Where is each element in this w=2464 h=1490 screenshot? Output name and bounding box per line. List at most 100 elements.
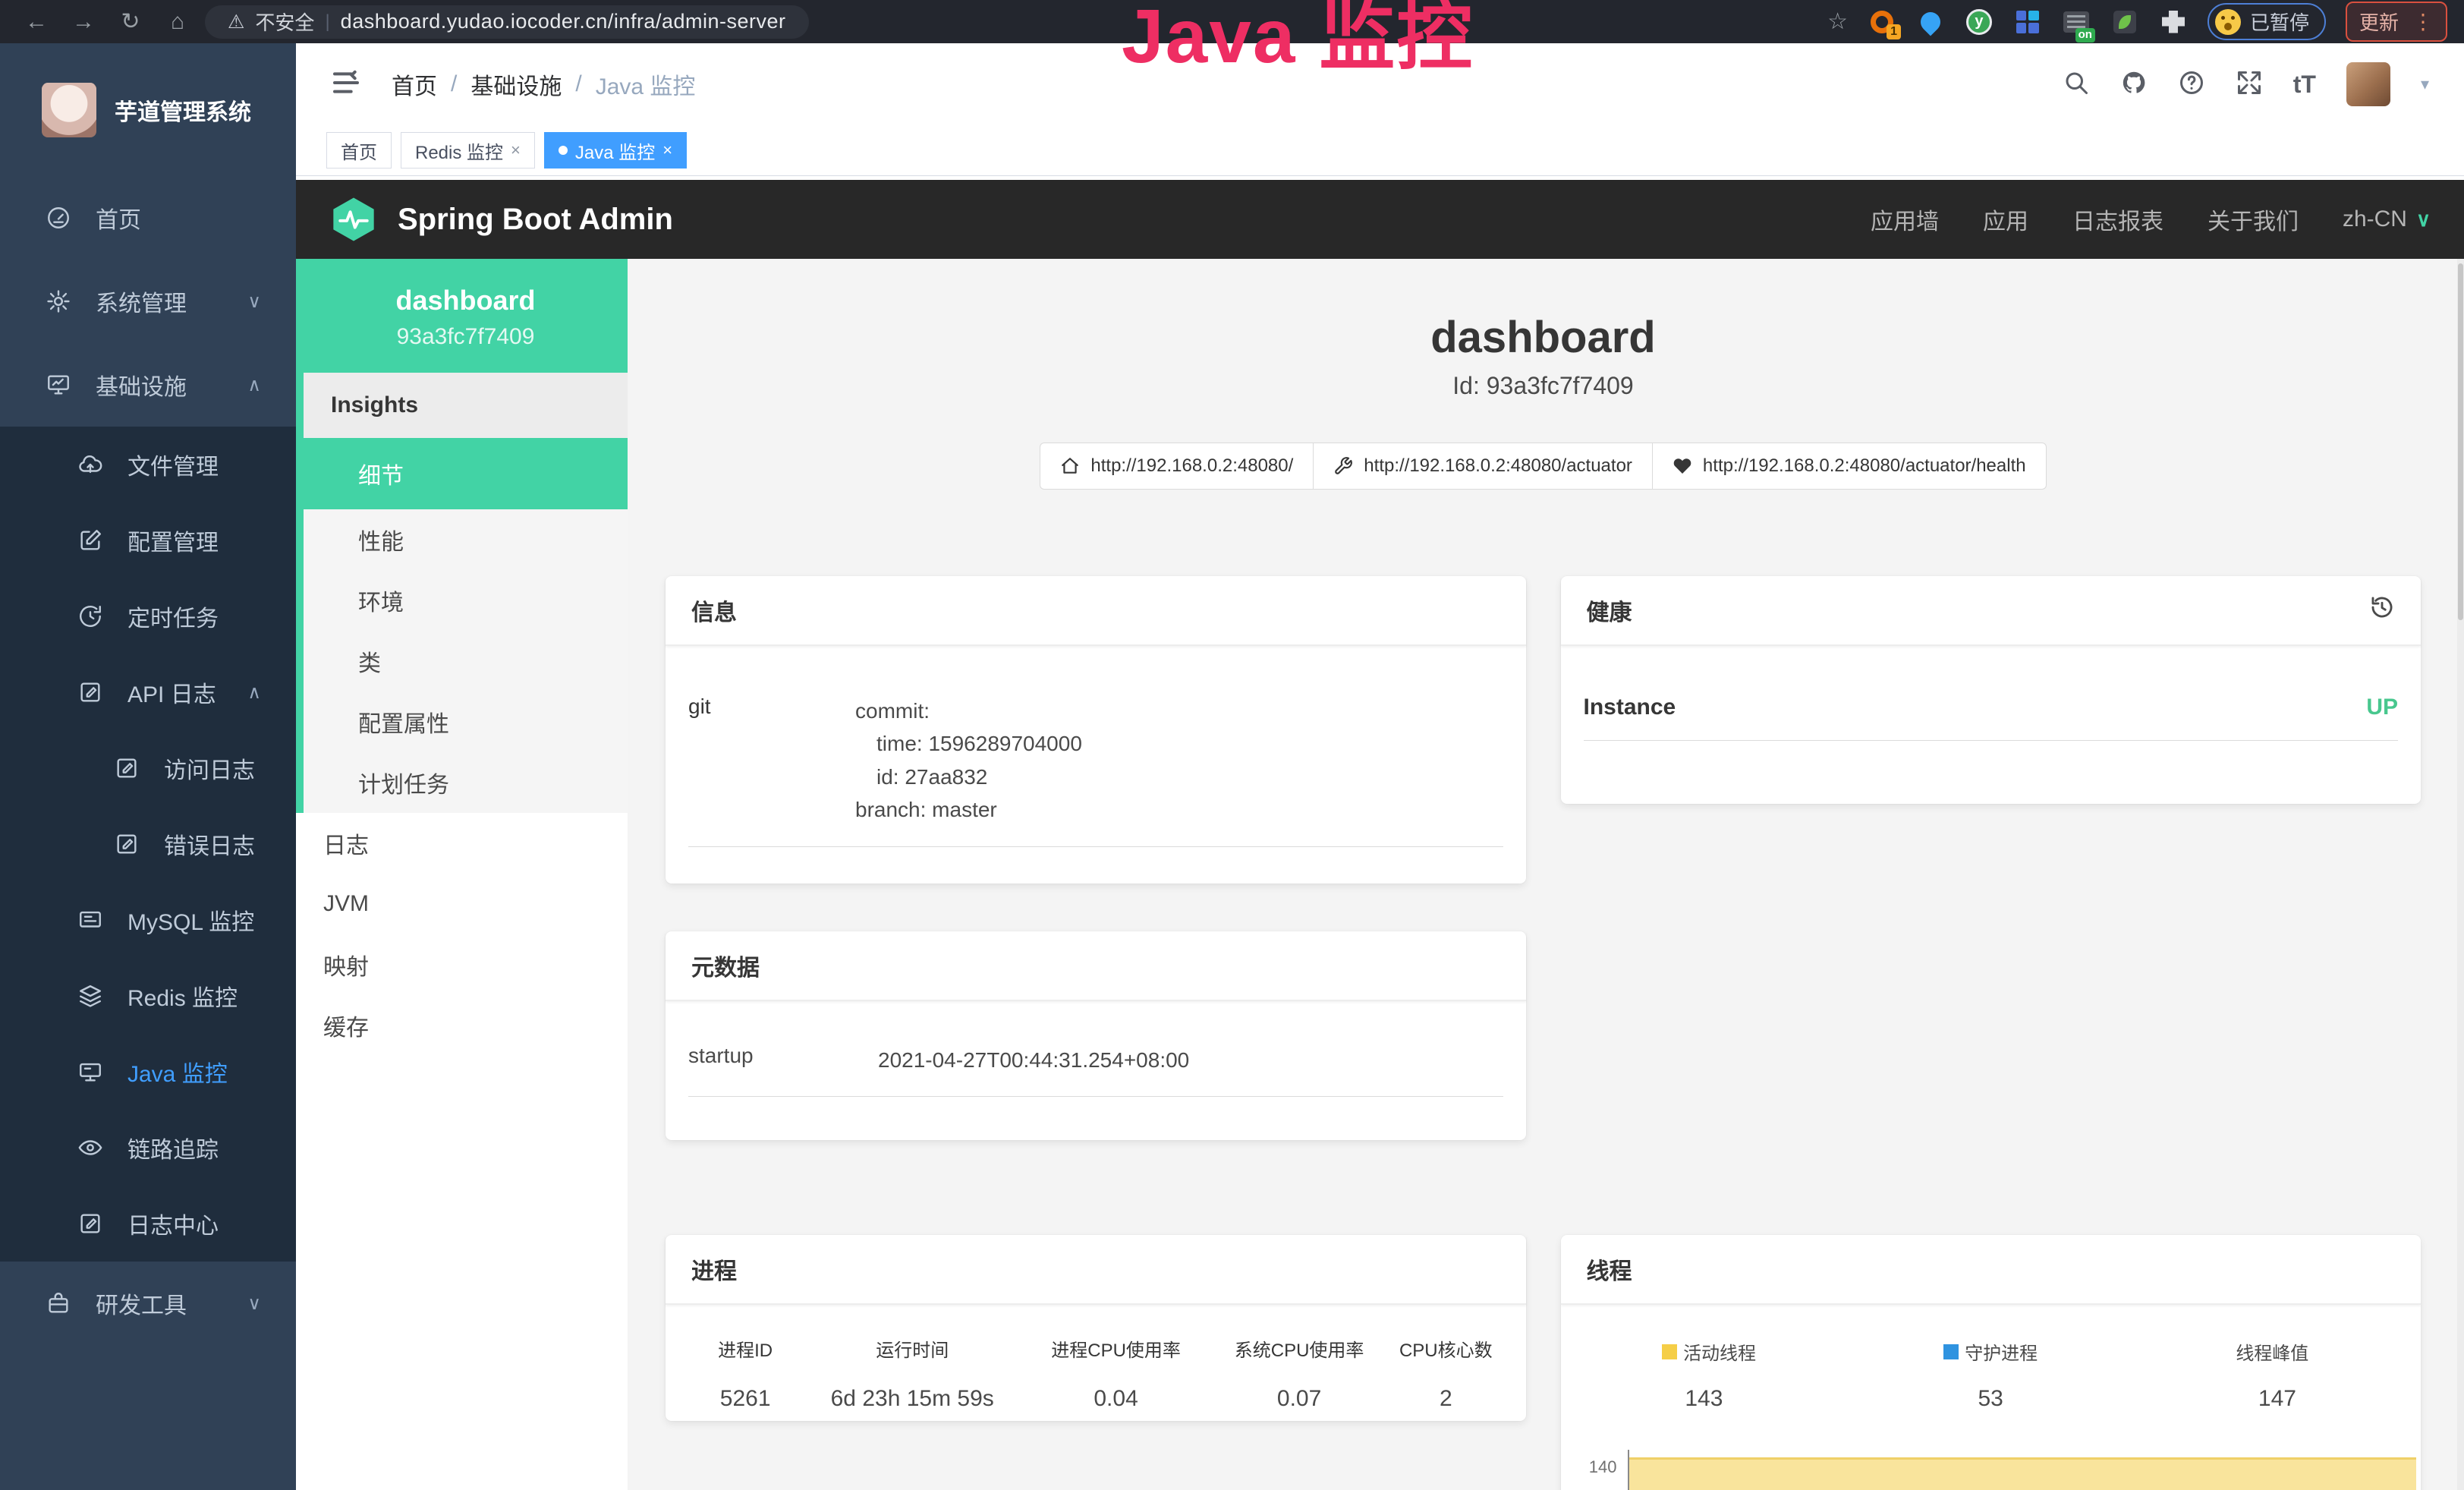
sba-logo-icon[interactable]	[329, 195, 378, 244]
caret-down-icon[interactable]: ▾	[2421, 74, 2429, 94]
card-title: 健康	[1587, 594, 1632, 627]
home-icon[interactable]: ⌂	[158, 0, 197, 43]
sidebar-item-redis[interactable]: Redis 监控	[0, 958, 296, 1034]
sidebar-item-devtools[interactable]: 研发工具 ∨	[0, 1262, 296, 1345]
profile-paused-pill[interactable]: 已暂停	[2208, 3, 2326, 40]
update-button[interactable]: 更新	[2359, 8, 2399, 36]
sba-item-configprops[interactable]: 配置属性	[304, 691, 628, 752]
close-icon[interactable]: ×	[662, 140, 672, 160]
sba-brand[interactable]: Spring Boot Admin	[398, 203, 673, 237]
tab-home[interactable]: 首页	[326, 132, 392, 169]
sidebar-item-java[interactable]: Java 监控	[0, 1034, 296, 1110]
fullscreen-icon[interactable]	[2236, 69, 2263, 100]
actuator-url-button[interactable]: http://192.168.0.2:48080/actuator	[1313, 443, 1653, 490]
sba-sidebar: dashboard 93a3fc7f7409 Insights 细节 性能 环境…	[296, 259, 628, 1490]
extension-orange-icon[interactable]: 1	[1868, 8, 1896, 36]
reload-icon[interactable]: ↻	[111, 0, 150, 43]
hamburger-icon[interactable]	[331, 68, 361, 102]
sba-item-mappings[interactable]: 映射	[296, 934, 628, 995]
sba-nav-applications[interactable]: 应用	[1983, 203, 2028, 236]
bookmark-star-icon[interactable]: ☆	[1827, 8, 1848, 35]
sba-instance-box[interactable]: dashboard 93a3fc7f7409	[304, 259, 628, 373]
sidebar-item-config[interactable]: 配置管理	[0, 502, 296, 578]
extension-grid-icon[interactable]	[2013, 8, 2042, 36]
status-badge: UP	[2366, 695, 2398, 720]
sidebar-item-access-log[interactable]: 访问日志	[0, 730, 296, 806]
health-instance-label: Instance	[1584, 695, 1676, 720]
sba-item-environment[interactable]: 环境	[304, 570, 628, 631]
sidebar-item-trace[interactable]: 链路追踪	[0, 1110, 296, 1186]
breadcrumb-current: Java 监控	[596, 68, 696, 101]
breadcrumb-infra[interactable]: 基础设施	[470, 68, 562, 101]
url-text[interactable]: dashboard.yudao.iocoder.cn/infra/admin-s…	[341, 10, 786, 33]
back-icon[interactable]: ←	[17, 0, 56, 43]
sidebar-item-label: MySQL 监控	[127, 903, 254, 937]
extension-switch-icon[interactable]: on	[2062, 8, 2091, 36]
chevron-up-icon: ∧	[247, 682, 261, 704]
breadcrumb-separator: /	[451, 71, 457, 97]
sba-item-scheduled-tasks[interactable]: 计划任务	[304, 752, 628, 813]
extension-green-icon[interactable]: y	[1965, 8, 1994, 36]
health-row[interactable]: Instance UP	[1562, 646, 2420, 761]
leaf-icon	[2113, 11, 2136, 33]
actuator-url: http://192.168.0.2:48080/actuator	[1364, 455, 1632, 477]
eye-icon	[76, 1135, 105, 1161]
close-icon[interactable]: ×	[511, 140, 521, 160]
sidebar-item-error-log[interactable]: 错误日志	[0, 806, 296, 882]
sba-item-metrics[interactable]: 性能	[304, 509, 628, 570]
sidebar-item-log-center[interactable]: 日志中心	[0, 1186, 296, 1262]
chevron-up-icon: ∧	[247, 374, 261, 396]
sidebar-item-files[interactable]: 文件管理	[0, 427, 296, 502]
sidebar-item-infra[interactable]: 基础设施 ∧	[0, 343, 296, 427]
address-bar[interactable]: ⚠ 不安全 | dashboard.yudao.iocoder.cn/infra…	[205, 5, 809, 39]
legend-label: 活动线程	[1683, 1338, 1756, 1365]
app-logo-row[interactable]: 芋道管理系统	[0, 43, 296, 176]
extension-leaf-icon[interactable]	[2110, 8, 2139, 36]
forward-icon[interactable]: →	[64, 0, 103, 43]
sba-item-classes[interactable]: 类	[304, 631, 628, 691]
extension-pin-icon[interactable]	[1916, 8, 1945, 36]
breadcrumb-home[interactable]: 首页	[392, 68, 437, 101]
sidebar-item-home[interactable]: 首页	[0, 176, 296, 260]
sidebar-item-label: API 日志	[127, 676, 216, 709]
sba-nav-journal[interactable]: 日志报表	[2072, 203, 2163, 236]
extensions-puzzle-icon[interactable]	[2159, 8, 2188, 36]
sba-item-jvm[interactable]: JVM	[296, 874, 628, 934]
health-url-button[interactable]: http://192.168.0.2:48080/actuator/health	[1652, 443, 2047, 490]
cards-grid: 信息 git commit: time: 1596289704000 id: 2	[666, 576, 2421, 1490]
sba-nav-wallboard[interactable]: 应用墙	[1871, 203, 1939, 236]
avatar[interactable]	[2346, 62, 2390, 106]
sidebar-item-system[interactable]: 系统管理 ∨	[0, 260, 296, 343]
scrollbar-thumb[interactable]	[2458, 263, 2463, 620]
sidebar-item-jobs[interactable]: 定时任务	[0, 578, 296, 654]
history-icon[interactable]	[2369, 594, 2395, 626]
service-url-button[interactable]: http://192.168.0.2:48080/	[1040, 443, 1314, 490]
sba-language-select[interactable]: zh-CN ∨	[2343, 206, 2431, 232]
sidebar-item-mysql[interactable]: MySQL 监控	[0, 882, 296, 958]
font-size-icon[interactable]: tT	[2293, 71, 2316, 99]
browser-nav: ← → ↻ ⌂	[17, 0, 197, 43]
scrollbar[interactable]	[2457, 259, 2464, 1490]
timer-icon	[76, 603, 105, 629]
on-badge: on	[2075, 28, 2095, 43]
security-label[interactable]: 不安全	[255, 8, 314, 36]
search-icon[interactable]	[2063, 69, 2090, 100]
help-icon[interactable]	[2178, 69, 2205, 100]
sba-nav-about[interactable]: 关于我们	[2208, 203, 2299, 236]
header-actions: tT ▾	[2063, 62, 2429, 106]
sba-group-insights[interactable]: Insights	[304, 373, 628, 438]
tab-bar: 首页 Redis 监控 × Java 监控 ×	[296, 125, 2464, 176]
tab-redis[interactable]: Redis 监控 ×	[401, 132, 535, 169]
github-icon[interactable]	[2120, 69, 2148, 100]
git-time-line: time: 1596289704000	[855, 727, 1082, 760]
log-icon	[112, 831, 141, 857]
tab-java[interactable]: Java 监控 ×	[544, 132, 687, 169]
security-warning-icon[interactable]: ⚠	[228, 11, 244, 33]
edit-icon	[76, 528, 105, 553]
browser-menu-icon[interactable]: ⋮	[2412, 9, 2434, 34]
sba-item-logs[interactable]: 日志	[296, 813, 628, 874]
update-button-group[interactable]: 更新 ⋮	[2346, 2, 2447, 42]
sba-item-caches[interactable]: 缓存	[296, 995, 628, 1056]
sba-item-details[interactable]: 细节	[304, 438, 628, 509]
sidebar-item-api-log[interactable]: API 日志 ∧	[0, 654, 296, 730]
